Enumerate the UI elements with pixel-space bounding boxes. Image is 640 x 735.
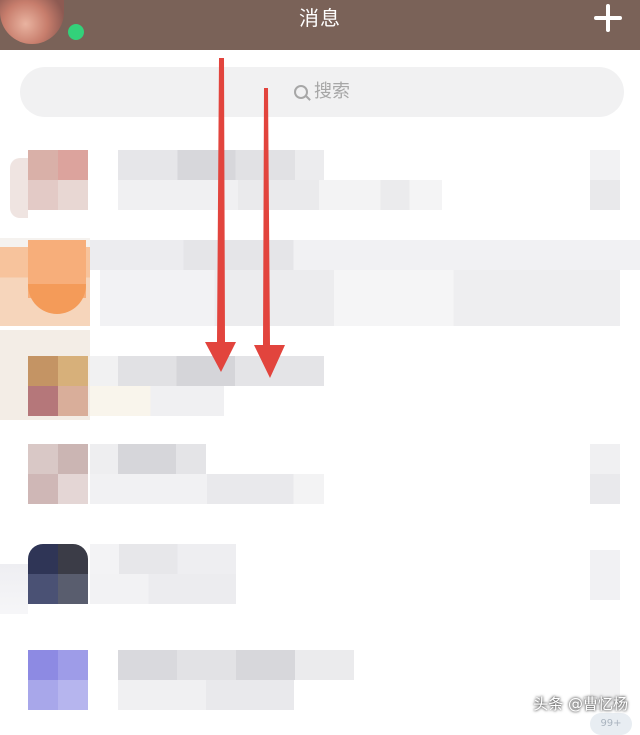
conversation-name	[118, 650, 354, 680]
avatar	[28, 444, 58, 474]
conversation-name	[90, 444, 206, 474]
conversation-row[interactable]: 99+	[0, 330, 640, 735]
conversation-name	[118, 150, 324, 180]
message-preview	[118, 680, 294, 710]
conversation-name	[90, 240, 640, 270]
message-preview	[118, 180, 442, 210]
conversation-name	[90, 544, 236, 574]
conversation-row[interactable]	[0, 540, 640, 622]
search-icon	[294, 85, 308, 99]
message-preview	[90, 386, 224, 416]
timestamp	[590, 550, 620, 600]
message-preview	[90, 574, 236, 604]
conversation-name	[90, 356, 324, 386]
search-bar[interactable]: 搜索	[20, 67, 624, 117]
avatar	[28, 150, 58, 180]
add-icon[interactable]	[594, 4, 622, 32]
avatar	[28, 544, 58, 574]
watermark: 头条 @曹忆杨	[533, 695, 628, 713]
page-title: 消息	[299, 6, 341, 30]
conversation-row[interactable]	[0, 238, 640, 330]
avatar	[28, 356, 58, 386]
message-preview	[90, 474, 324, 504]
conversation-row[interactable]	[0, 140, 640, 224]
message-preview	[100, 270, 620, 326]
timestamp	[590, 150, 620, 210]
conversation-row[interactable]	[0, 640, 640, 729]
search-placeholder: 搜索	[314, 81, 350, 102]
conversation-row[interactable]	[0, 432, 640, 522]
app-header: 消息	[0, 0, 640, 50]
avatar	[28, 650, 58, 680]
timestamp	[590, 444, 620, 504]
